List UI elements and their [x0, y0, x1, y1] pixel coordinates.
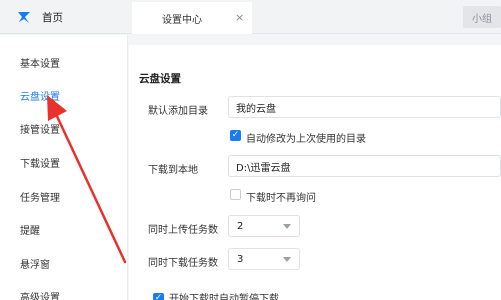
sidebar-item-takeover[interactable]: 接管设置	[0, 117, 128, 139]
checkmark-icon: ✓	[154, 293, 163, 300]
close-icon[interactable]: ×	[235, 12, 244, 23]
sidebar-item-tasks[interactable]: 任务管理	[0, 185, 128, 207]
download-count-value: 3	[237, 253, 244, 265]
default-dir-label: 默认添加目录	[148, 106, 208, 117]
auto-update-dir-checkbox[interactable]: ✓	[230, 130, 241, 141]
default-dir-value: 我的云盘	[236, 103, 276, 115]
home-label: 首页	[42, 11, 63, 24]
panel-top-strip	[129, 35, 501, 45]
tab-settings-center[interactable]: 设置中心 ×	[132, 2, 252, 34]
upload-count-value: 2	[237, 220, 244, 232]
settings-sidebar: 基本设置 云盘设置 接管设置 下载设置 任务管理 提醒 悬浮窗 高级设置	[0, 35, 128, 300]
download-local-label: 下载到本地	[148, 165, 198, 176]
sidebar-item-cloud[interactable]: 云盘设置	[0, 84, 128, 106]
sidebar-item-float-window[interactable]: 悬浮窗	[0, 252, 128, 274]
default-dir-field[interactable]: 我的云盘	[228, 96, 501, 118]
chevron-down-icon	[283, 257, 291, 262]
download-count-label: 同时下载任务数	[148, 258, 218, 269]
sidebar-item-advanced[interactable]: 高级设置	[0, 285, 128, 300]
home-tab[interactable]: 首页	[0, 0, 128, 34]
settings-panel: 云盘设置 默认添加目录 我的云盘 ✓ 自动修改为上次使用的目录 下载到本地 D:…	[129, 35, 501, 300]
xunlei-bird-icon	[18, 12, 30, 23]
chevron-down-icon	[283, 224, 291, 229]
tab-label: 设置中心	[162, 14, 202, 26]
cut-off-checkbox[interactable]: ✓	[153, 293, 164, 300]
download-count-select[interactable]: 3	[228, 248, 300, 270]
upload-count-label: 同时上传任务数	[148, 225, 218, 236]
cut-off-label: 开始下载时自动暂停下载	[169, 294, 279, 300]
checkmark-icon: ✓	[231, 130, 240, 140]
auto-update-dir-label: 自动修改为上次使用的目录	[246, 134, 366, 145]
upload-count-select[interactable]: 2	[228, 215, 300, 237]
download-local-field[interactable]: D:\迅雷云盘	[228, 155, 501, 177]
no-ask-checkbox[interactable]	[230, 189, 241, 200]
sidebar-item-basic[interactable]: 基本设置	[0, 51, 128, 73]
section-title: 云盘设置	[139, 73, 181, 85]
sidebar-item-reminder[interactable]: 提醒	[0, 218, 128, 240]
sidebar-item-download[interactable]: 下载设置	[0, 151, 128, 173]
top-bar: 首页 设置中心 × 小组	[0, 0, 501, 34]
user-button[interactable]: 小组	[463, 6, 501, 28]
download-local-value: D:\迅雷云盘	[236, 162, 291, 174]
no-ask-label: 下载时不再询问	[246, 193, 316, 204]
